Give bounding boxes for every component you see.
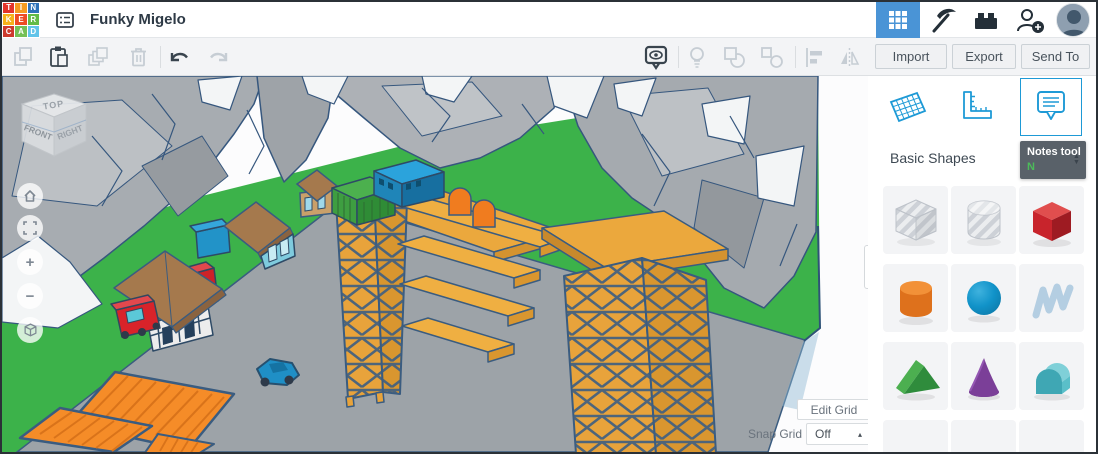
category-caret-icon[interactable]: ▲ ▼ bbox=[1073, 153, 1080, 166]
main-area: TOP FRONT RIGHT + − Edit Grid Snap Grid … bbox=[2, 76, 1096, 452]
header-nav bbox=[876, 2, 1096, 38]
notes-tool[interactable] bbox=[1020, 78, 1082, 136]
avatar[interactable] bbox=[1056, 2, 1090, 37]
workplane-tool[interactable] bbox=[884, 83, 932, 131]
blue-car[interactable] bbox=[256, 358, 300, 387]
shape-tile[interactable] bbox=[951, 420, 1016, 452]
design-title[interactable]: Funky Migelo bbox=[90, 11, 186, 28]
ungroup-icon[interactable] bbox=[757, 44, 785, 70]
shapes-panel: Basic Shapes ▲ ▼ Notes tool N bbox=[868, 76, 1096, 452]
3d-scene[interactable] bbox=[2, 76, 868, 452]
zoom-in-label: + bbox=[25, 253, 35, 271]
add-person-icon[interactable] bbox=[1008, 2, 1052, 38]
logo-cell: N bbox=[27, 2, 39, 14]
tinkercad-logo[interactable]: T I N K E R C A D bbox=[2, 2, 40, 38]
toolbar-separator bbox=[678, 46, 679, 68]
shape-tile-hole-box[interactable] bbox=[883, 186, 948, 254]
logo-cell: K bbox=[3, 14, 15, 25]
design-properties-icon[interactable] bbox=[53, 8, 77, 32]
undo-icon[interactable] bbox=[165, 44, 193, 70]
copy-icon[interactable] bbox=[9, 44, 37, 70]
shape-tile-box[interactable] bbox=[1019, 186, 1084, 254]
tooltip-title: Notes tool bbox=[1027, 146, 1081, 158]
shape-tile-scribble[interactable] bbox=[1019, 264, 1084, 332]
shape-tile[interactable] bbox=[883, 420, 948, 452]
shape-tile-sphere[interactable] bbox=[951, 264, 1016, 332]
viewport[interactable]: TOP FRONT RIGHT + − Edit Grid Snap Grid … bbox=[2, 76, 868, 452]
view-cube[interactable]: TOP FRONT RIGHT bbox=[16, 92, 92, 162]
shape-tile-round-roof[interactable] bbox=[1019, 342, 1084, 410]
delete-icon[interactable] bbox=[124, 44, 152, 70]
tinkercad-app: T I N K E R C A D Funky Migelo Import Ex… bbox=[0, 0, 1098, 454]
snap-grid-label: Snap Grid bbox=[747, 427, 802, 441]
toolbar-separator bbox=[795, 46, 796, 68]
pickaxe-icon[interactable] bbox=[920, 2, 964, 38]
snap-grid-dropdown[interactable]: Off ▴ bbox=[806, 423, 868, 445]
fit-view-button[interactable] bbox=[17, 215, 43, 241]
zoom-in-button[interactable]: + bbox=[17, 249, 43, 275]
tooltip-shortcut: N bbox=[1027, 161, 1035, 173]
shape-tile[interactable] bbox=[1019, 420, 1084, 452]
perspective-toggle-button[interactable] bbox=[17, 317, 43, 343]
toolbar: Import Export Send To bbox=[2, 38, 1096, 76]
paste-icon[interactable] bbox=[44, 44, 72, 70]
toolbar-separator bbox=[160, 46, 161, 68]
logo-cell: D bbox=[27, 25, 39, 37]
notes-visibility-icon[interactable] bbox=[642, 44, 670, 70]
logo-cell: R bbox=[27, 14, 39, 25]
logo-cell: E bbox=[15, 14, 27, 25]
ruler-tool[interactable] bbox=[952, 83, 1000, 131]
edit-grid-button[interactable]: Edit Grid bbox=[797, 399, 868, 420]
shape-tile-cylinder[interactable] bbox=[883, 264, 948, 332]
group-icon[interactable] bbox=[719, 44, 747, 70]
redo-icon[interactable] bbox=[205, 44, 233, 70]
zoom-out-button[interactable]: − bbox=[17, 283, 43, 309]
align-icon[interactable] bbox=[799, 44, 827, 70]
logo-cell: I bbox=[15, 2, 27, 14]
shape-tile-roof[interactable] bbox=[883, 342, 948, 410]
send-to-button[interactable]: Send To bbox=[1021, 44, 1090, 69]
duplicate-icon[interactable] bbox=[84, 44, 112, 70]
shape-grid bbox=[883, 186, 1084, 452]
shape-tile-hole-cylinder[interactable] bbox=[951, 186, 1016, 254]
caret-up-icon: ▴ bbox=[857, 429, 862, 439]
home-view-button[interactable] bbox=[17, 183, 43, 209]
bricks-icon[interactable] bbox=[964, 2, 1008, 38]
dashboard-grid-icon[interactable] bbox=[876, 2, 920, 38]
show-all-bulb-icon[interactable] bbox=[683, 44, 711, 70]
header: T I N K E R C A D Funky Migelo bbox=[2, 2, 1096, 38]
logo-cell: C bbox=[3, 25, 15, 37]
shape-tile-cone[interactable] bbox=[951, 342, 1016, 410]
mirror-icon[interactable] bbox=[835, 44, 863, 70]
import-button[interactable]: Import bbox=[875, 44, 947, 69]
export-button[interactable]: Export bbox=[952, 44, 1016, 69]
logo-cell: T bbox=[3, 2, 15, 14]
zoom-out-label: − bbox=[25, 287, 35, 305]
logo-cell: A bbox=[15, 25, 27, 37]
snap-grid-value: Off bbox=[815, 427, 831, 441]
